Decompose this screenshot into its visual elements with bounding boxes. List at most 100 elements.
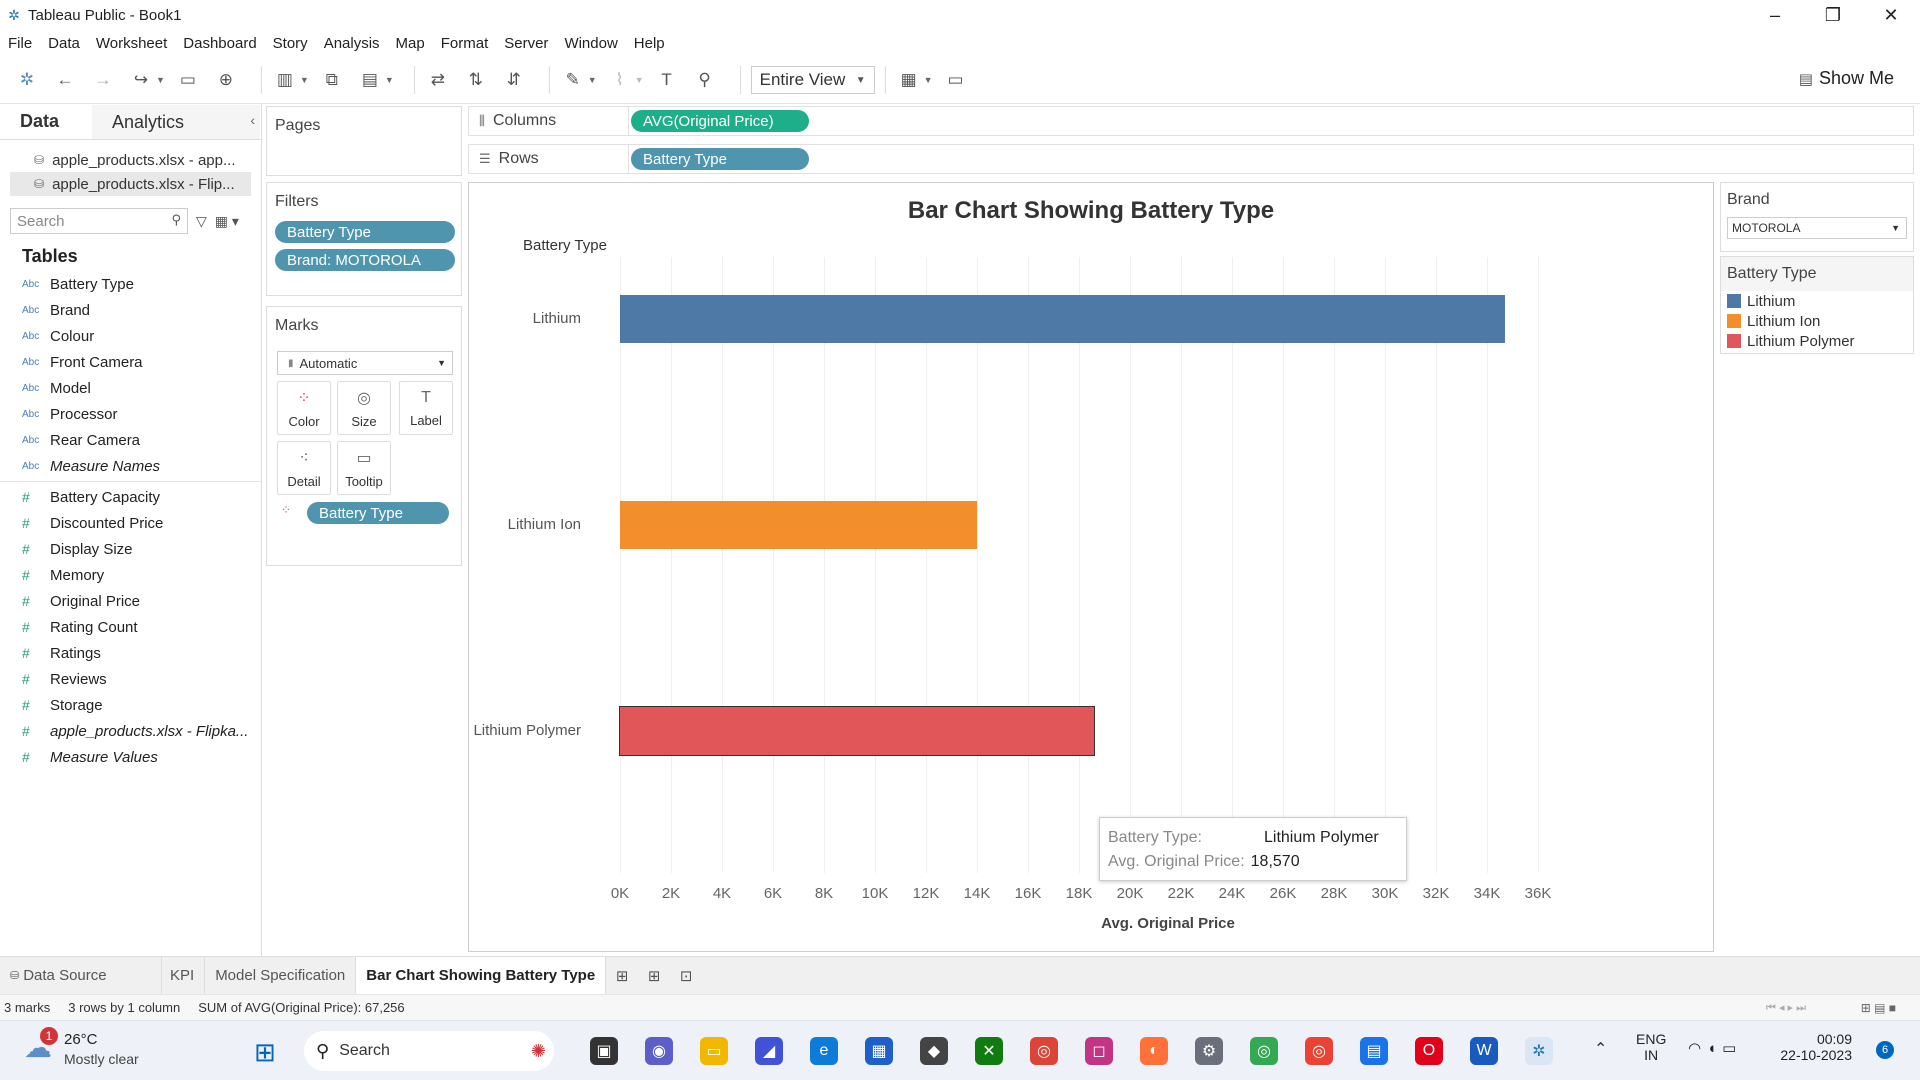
field-memory[interactable]: # Memory (0, 562, 261, 588)
duplicate-sheet-icon[interactable]: ⧉ (319, 67, 345, 93)
menu-data[interactable]: Data (48, 35, 80, 52)
firefox-icon[interactable]: ◐ (1140, 1037, 1168, 1065)
notification-badge[interactable]: 6 (1876, 1041, 1894, 1059)
marks-label-button[interactable]: T Label (399, 381, 453, 435)
highlight-icon[interactable]: ✎ (560, 67, 586, 93)
legend-item[interactable]: Lithium Polymer (1721, 331, 1913, 351)
show-me-button[interactable]: ▤ Show Me (1799, 68, 1894, 89)
new-story-icon[interactable]: ⊡ (670, 957, 702, 995)
replay-dropdown-icon[interactable]: ▼ (156, 75, 165, 85)
system-tray-icons[interactable]: ◠◖▭ (1688, 1039, 1742, 1057)
legend-item[interactable]: Lithium (1721, 291, 1913, 311)
weather-widget[interactable]: ☁ 1 (24, 1027, 60, 1067)
rows-pill-battery-type[interactable]: Battery Type (631, 148, 809, 170)
tab-model-specification[interactable]: Model Specification (205, 956, 357, 995)
tableau-taskbar-icon[interactable]: ✲ (1525, 1037, 1553, 1065)
opera-icon[interactable]: O (1415, 1037, 1443, 1065)
redo-icon[interactable]: → (90, 67, 116, 93)
field-reviews[interactable]: # Reviews (0, 666, 261, 692)
field-measure-values[interactable]: # Measure Values (0, 744, 261, 770)
windows-start-icon[interactable]: ⊞ (254, 1037, 276, 1068)
field-discounted-price[interactable]: # Discounted Price (0, 510, 261, 536)
app-icon[interactable]: ◆ (920, 1037, 948, 1065)
menu-analysis[interactable]: Analysis (324, 35, 380, 52)
field-ratings[interactable]: # Ratings (0, 640, 261, 666)
field-battery-capacity[interactable]: # Battery Capacity (0, 484, 261, 510)
tableau-logo-icon[interactable]: ✲ (14, 67, 40, 93)
swap-rows-columns-icon[interactable]: ⇄ (425, 67, 451, 93)
fix-axes-icon[interactable]: ⚲ (692, 67, 718, 93)
tab-bar-chart[interactable]: Bar Chart Showing Battery Type (356, 956, 607, 995)
marks-tooltip-button[interactable]: ▭ Tooltip (337, 441, 391, 495)
menu-server[interactable]: Server (504, 35, 548, 52)
sort-descending-icon[interactable]: ⇵ (501, 67, 527, 93)
new-dashboard-icon[interactable]: ⊞ (638, 957, 670, 995)
instagram-icon[interactable]: ◻ (1085, 1037, 1113, 1065)
edge-icon[interactable]: e (810, 1037, 838, 1065)
menu-file[interactable]: File (8, 35, 32, 52)
chrome-profile-icon[interactable]: ◎ (1250, 1037, 1278, 1065)
chrome-profile-2-icon[interactable]: ◎ (1305, 1037, 1333, 1065)
clear-sheet-icon[interactable]: ▤ (357, 67, 383, 93)
pen-app-icon[interactable]: ◢ (755, 1037, 783, 1065)
highlight-dropdown-icon[interactable]: ▼ (588, 75, 597, 85)
filter-pill-brand[interactable]: Brand: MOTOROLA (275, 249, 455, 271)
menu-worksheet[interactable]: Worksheet (96, 35, 167, 52)
group-members-icon[interactable]: ⌇ (607, 67, 633, 93)
field-original-price[interactable]: # Original Price (0, 588, 261, 614)
fit-view-select[interactable]: Entire View ▼ (750, 65, 875, 94)
show-mark-labels-icon[interactable]: T (654, 67, 680, 93)
view-mode-icon[interactable]: ⊞ ▤ ■ (1861, 1001, 1896, 1015)
menu-help[interactable]: Help (634, 35, 665, 52)
bar-lithium-polymer[interactable] (619, 706, 1095, 756)
save-icon[interactable]: ▭ (175, 67, 201, 93)
notepad-icon[interactable]: ▤ (1360, 1037, 1388, 1065)
collapse-pane-icon[interactable]: ‹ (250, 112, 255, 128)
presentation-mode-icon[interactable]: ▭ (943, 67, 969, 93)
show-cards-dropdown-icon[interactable]: ▼ (924, 75, 933, 85)
chrome-icon[interactable]: ◎ (1030, 1037, 1058, 1065)
menu-window[interactable]: Window (564, 35, 617, 52)
file-explorer-icon[interactable]: ▭ (700, 1037, 728, 1065)
pages-card[interactable]: Pages (266, 106, 462, 176)
brand-filter-select[interactable]: MOTOROLA ▼ (1727, 217, 1907, 239)
columns-pill-avg-original-price[interactable]: AVG(Original Price) (631, 110, 809, 132)
clear-sheet-dropdown-icon[interactable]: ▼ (385, 75, 394, 85)
restore-icon[interactable]: ❐ (1804, 0, 1862, 30)
bar-lithium-ion[interactable] (620, 501, 977, 549)
taskbar-search[interactable]: ⚲ Search ✺ (304, 1031, 554, 1071)
chat-icon[interactable]: ◉ (645, 1037, 673, 1065)
field-record-count[interactable]: # apple_products.xlsx - Flipka... (0, 718, 261, 744)
menu-story[interactable]: Story (273, 35, 308, 52)
field-rear-camera[interactable]: Abc Rear Camera (0, 427, 261, 453)
field-front-camera[interactable]: Abc Front Camera (0, 349, 261, 375)
field-model[interactable]: Abc Model (0, 375, 261, 401)
mark-type-select[interactable]: ▮ Automatic ▼ (277, 351, 453, 375)
tab-analytics[interactable]: Analytics (92, 105, 260, 139)
undo-icon[interactable]: ← (52, 67, 78, 93)
new-data-source-icon[interactable]: ⊕ (213, 67, 239, 93)
new-worksheet-icon[interactable]: ⊞ (606, 957, 638, 995)
tab-data[interactable]: Data (0, 105, 92, 139)
sort-ascending-icon[interactable]: ⇅ (463, 67, 489, 93)
minimize-icon[interactable]: – (1746, 0, 1804, 30)
menu-format[interactable]: Format (441, 35, 489, 52)
marks-size-button[interactable]: ◎ Size (337, 381, 391, 435)
settings-icon[interactable]: ⚙ (1195, 1037, 1223, 1065)
field-colour[interactable]: Abc Colour (0, 323, 261, 349)
marks-color-button[interactable]: ⁘ Color (277, 381, 331, 435)
columns-shelf[interactable]: ⫼ Columns AVG(Original Price) (468, 106, 1914, 136)
close-icon[interactable]: ✕ (1862, 0, 1920, 30)
new-worksheet-icon[interactable]: ▥ (272, 67, 298, 93)
marks-color-pill[interactable]: Battery Type (307, 502, 449, 524)
filter-icon[interactable]: ▽ (196, 213, 207, 230)
field-measure-names[interactable]: Abc Measure Names (0, 453, 261, 479)
view-options-icon[interactable]: ▦ ▾ (215, 213, 239, 230)
chevron-up-icon[interactable]: ⌃ (1594, 1039, 1607, 1059)
store-icon[interactable]: ▦ (865, 1037, 893, 1065)
field-rating-count[interactable]: # Rating Count (0, 614, 261, 640)
field-battery-type[interactable]: Abc Battery Type (0, 271, 261, 297)
field-display-size[interactable]: # Display Size (0, 536, 261, 562)
task-view-icon[interactable]: ▣ (590, 1037, 618, 1065)
language-indicator[interactable]: ENG IN (1636, 1031, 1666, 1063)
